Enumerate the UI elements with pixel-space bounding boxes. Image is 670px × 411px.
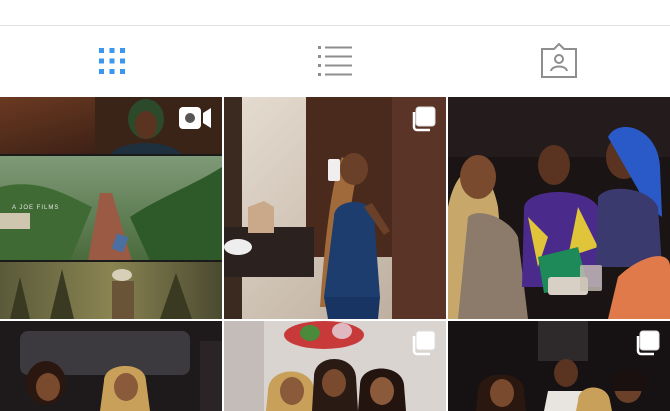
post-thumbnail-video[interactable]: A JOE FILMS [0, 97, 222, 319]
post-thumbnail-photo[interactable] [0, 321, 222, 411]
grid-icon [98, 48, 125, 74]
tab-tagged[interactable] [447, 26, 670, 96]
top-bar [0, 0, 670, 26]
post-thumbnail-carousel[interactable] [224, 97, 446, 319]
multiple-photos-icon [410, 106, 436, 137]
multiple-photos-icon [634, 330, 660, 361]
video-camera-icon [178, 106, 212, 135]
tab-grid[interactable] [0, 26, 223, 96]
post-thumbnail-carousel[interactable] [224, 321, 446, 411]
video-overlay-text: A JOE FILMS [12, 205, 60, 211]
tagged-person-icon [540, 43, 577, 78]
list-icon [317, 46, 352, 76]
multiple-photos-icon [410, 330, 436, 361]
profile-tab-bar [0, 26, 670, 96]
posts-grid: A JOE FILMS [0, 97, 670, 411]
post-thumbnail-photo[interactable] [448, 97, 670, 319]
tab-list[interactable] [223, 26, 446, 96]
post-image [448, 97, 670, 319]
post-thumbnail-carousel[interactable] [448, 321, 670, 411]
post-image [0, 321, 222, 411]
